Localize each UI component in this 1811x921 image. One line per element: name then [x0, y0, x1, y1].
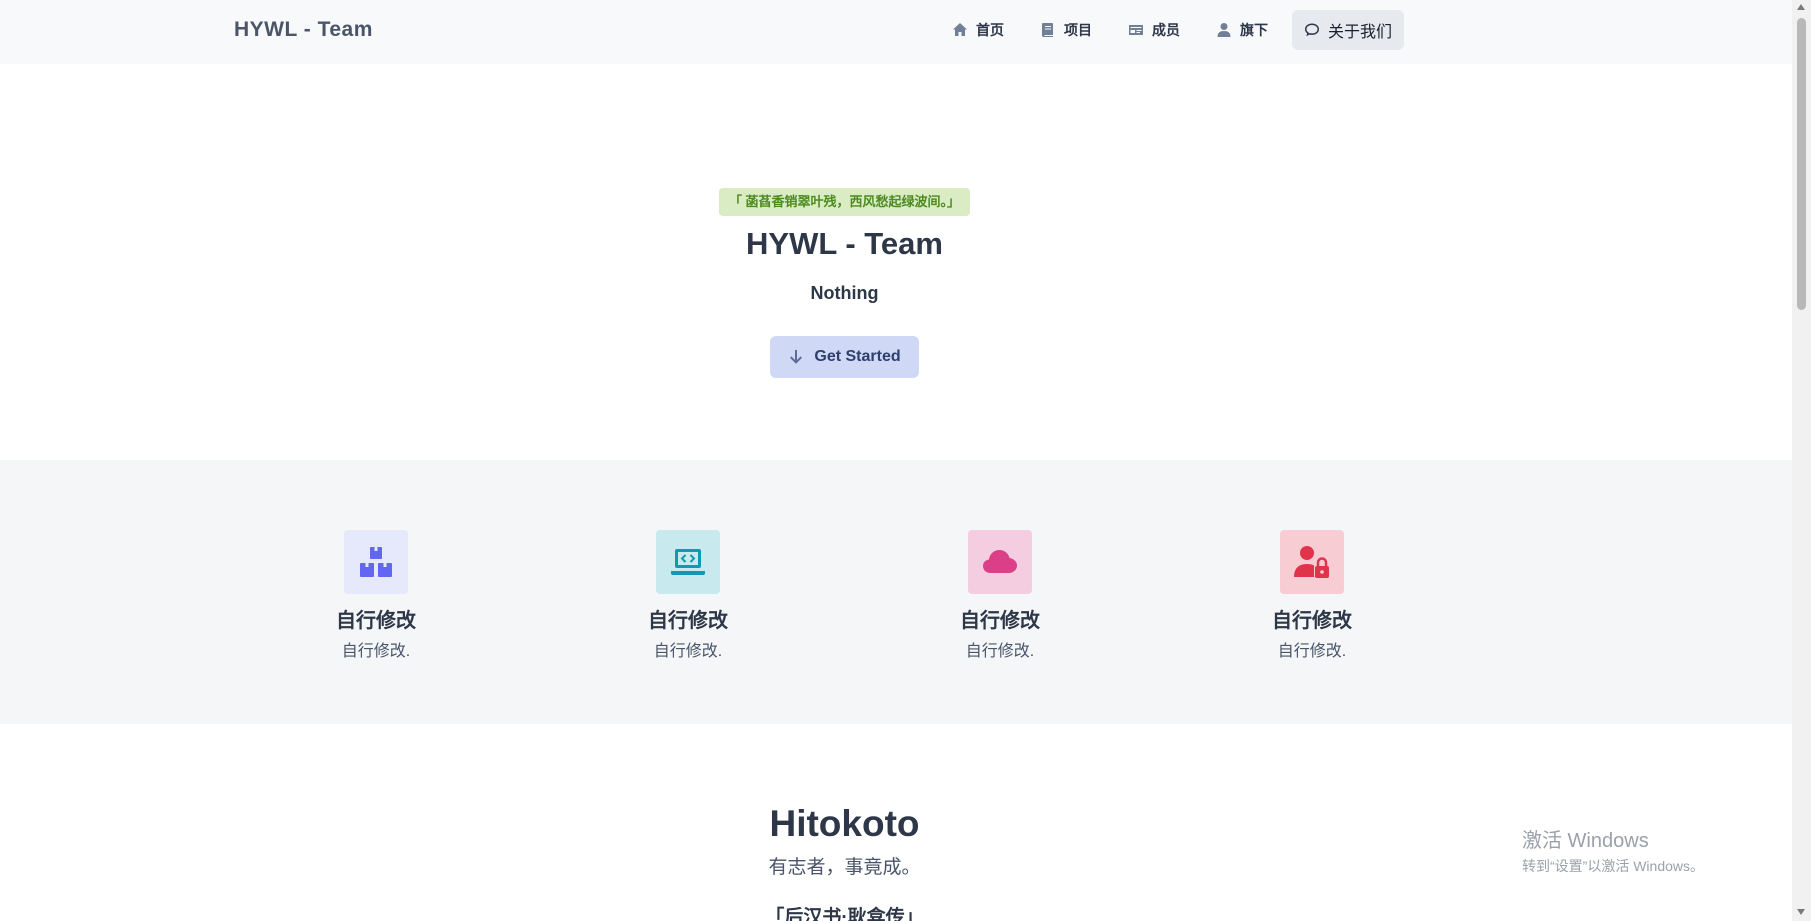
hitokoto-title: Hitokoto [769, 803, 920, 844]
feature-title: 自行修改 [648, 610, 728, 632]
navbar: HYWL - Team 首页 项目 成员 旗下 关于我们 [0, 0, 1792, 64]
feature-icon-box [968, 530, 1032, 594]
watermark-title: 激活 Windows [1522, 830, 1649, 852]
nav-label: 旗下 [1240, 22, 1268, 38]
cloud-icon [983, 550, 1017, 573]
hero-subtitle: Nothing [810, 283, 879, 303]
page: HYWL - Team 首页 项目 成员 旗下 关于我们 「 菡萏香销翠叶残，西… [0, 0, 1811, 921]
hitokoto-source: 「后汉书·耿弇传」 [765, 907, 924, 921]
feature-card: 自行修改 自行修改. [1232, 530, 1392, 662]
nav-item-home[interactable]: 首页 [940, 10, 1016, 50]
feature-title: 自行修改 [1272, 610, 1352, 632]
feature-desc: 自行修改. [1277, 643, 1347, 660]
comment-icon [1305, 23, 1319, 37]
feature-title: 自行修改 [960, 610, 1040, 632]
nav-item-projects[interactable]: 项目 [1028, 10, 1104, 50]
hitokoto-section: Hitokoto 有志者，事竟成。 「后汉书·耿弇传」 [0, 724, 1792, 921]
nav-menu: 首页 项目 成员 旗下 关于我们 [940, 10, 1416, 50]
feature-icon-box [656, 530, 720, 594]
id-card-icon [1129, 25, 1143, 35]
book-icon [1042, 23, 1053, 37]
user-icon [1217, 23, 1231, 37]
feature-card: 自行修改 自行修改. [920, 530, 1080, 662]
home-icon [953, 23, 967, 36]
feature-icon-box [344, 530, 408, 594]
nav-item-about[interactable]: 关于我们 [1292, 10, 1405, 50]
scroll-down-arrow-icon[interactable] [1797, 909, 1805, 915]
feature-card: 自行修改 自行修改. [608, 530, 768, 662]
quote-badge: 「 菡萏香销翠叶残，西风愁起绿波间。」 [718, 188, 971, 216]
feature-card: 自行修改 自行修改. [296, 530, 456, 662]
nav-item-subsidiaries[interactable]: 旗下 [1204, 10, 1280, 50]
hero-title: HYWL - Team [746, 226, 943, 261]
watermark-subtitle: 转到“设置”以激活 Windows。 [1522, 858, 1705, 874]
nav-label: 关于我们 [1328, 24, 1393, 41]
nav-label: 成员 [1152, 22, 1180, 38]
hero-section: 「 菡萏香销翠叶残，西风愁起绿波间。」 HYWL - Team Nothing … [0, 64, 1792, 460]
scrollbar-thumb[interactable] [1797, 18, 1806, 310]
feature-icon-box [1280, 530, 1344, 594]
vertical-scrollbar[interactable] [1792, 0, 1811, 921]
get-started-button[interactable]: Get Started [770, 336, 919, 378]
nav-label: 首页 [976, 22, 1004, 38]
nav-item-members[interactable]: 成员 [1116, 10, 1192, 50]
nav-label: 项目 [1064, 22, 1092, 38]
brand-logo[interactable]: HYWL - Team [234, 16, 373, 44]
features-section: 自行修改 自行修改. 自行修改 自行修改. 自行修改 自行修改. 自行修改 自行… [0, 460, 1792, 724]
feature-desc: 自行修改. [965, 643, 1035, 660]
boxes-icon [360, 547, 392, 577]
laptop-code-icon [671, 549, 705, 575]
arrow-down-icon [790, 350, 803, 364]
feature-title: 自行修改 [336, 610, 416, 632]
scroll-up-arrow-icon[interactable] [1797, 4, 1805, 10]
windows-activation-watermark: 激活 Windows 转到“设置”以激活 Windows。 [1522, 828, 1704, 876]
feature-desc: 自行修改. [341, 643, 411, 660]
cta-label: Get Started [814, 348, 901, 365]
feature-desc: 自行修改. [653, 643, 723, 660]
hitokoto-text: 有志者，事竟成。 [768, 857, 921, 878]
user-lock-icon [1294, 546, 1329, 578]
